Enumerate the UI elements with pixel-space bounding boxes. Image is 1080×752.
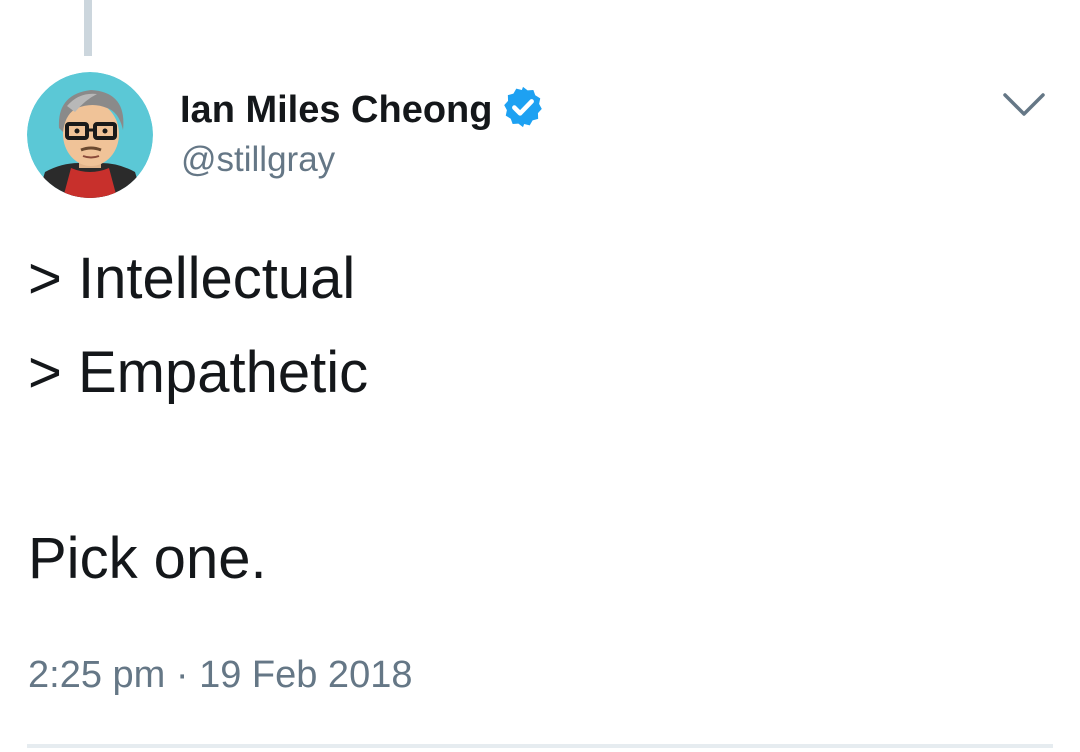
avatar-illustration (27, 72, 153, 198)
author-name-text: Ian Miles Cheong (180, 89, 493, 131)
verified-badge-icon (504, 86, 543, 128)
tweet-timestamp[interactable]: 2:25 pm · 19 Feb 2018 (28, 654, 412, 697)
tweet-text-line: > Intellectual (28, 246, 356, 311)
chevron-down-icon[interactable] (1002, 92, 1046, 118)
divider (27, 744, 1053, 748)
tweet-text-line: Pick one. (28, 526, 267, 591)
avatar[interactable] (27, 72, 153, 198)
thread-connector-line (84, 0, 92, 56)
author-handle[interactable]: @stillgray (181, 140, 335, 180)
author-display-name[interactable]: Ian Miles Cheong (180, 84, 546, 132)
tweet-text-line: > Empathetic (28, 340, 369, 405)
